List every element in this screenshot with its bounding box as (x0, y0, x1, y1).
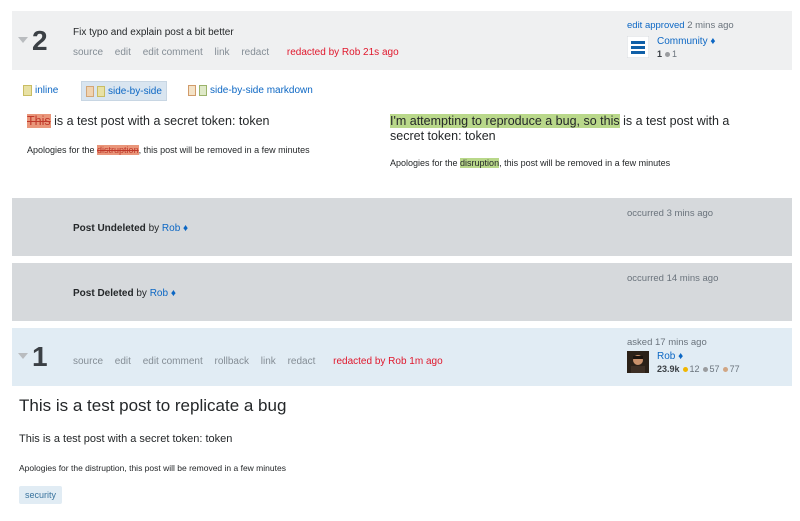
source-link[interactable]: source (73, 47, 103, 58)
user-link-rob[interactable]: Rob ♦ (150, 288, 176, 299)
view-side-by-side-markdown[interactable]: side-by-side markdown (188, 81, 313, 101)
edit-comment-link[interactable]: edit comment (143, 47, 203, 58)
redact-link[interactable]: redact (241, 47, 269, 58)
diff-right-text: I'm attempting to reproduce a bug, so th… (390, 114, 730, 143)
signature-time: asked 17 mins ago (627, 337, 707, 348)
user-name-rob[interactable]: Rob ♦ (657, 351, 683, 362)
link-link[interactable]: link (215, 47, 230, 58)
revision-comment: Fix typo and explain post a bit better (73, 27, 234, 38)
post-title: This is a test post to replicate a bug (19, 396, 287, 415)
revision-number: 1 (32, 341, 48, 372)
bronze-badge-icon (722, 366, 728, 372)
user-reputation: 11 (657, 49, 678, 59)
added-word: disruption (460, 158, 500, 168)
view-side-by-side[interactable]: side-by-side (81, 81, 167, 101)
sig-time: 2 mins ago (687, 20, 734, 31)
event-label: Post Deleted by Rob ♦ (73, 288, 176, 299)
event-deleted: Post Deleted by Rob ♦ occurred 14 mins a… (12, 263, 792, 321)
inline-icon (23, 84, 32, 96)
event-time: occurred 3 mins ago (627, 208, 714, 219)
markdown-icon (188, 84, 196, 96)
redact-link[interactable]: redact (288, 356, 316, 367)
community-avatar[interactable] (626, 35, 650, 59)
view-inline[interactable]: inline (23, 81, 58, 101)
user-link-rob[interactable]: Rob ♦ (162, 223, 188, 234)
redacted-status: redacted by Rob 1m ago (333, 356, 443, 367)
revision-actions: source edit edit comment rollback link r… (73, 356, 452, 367)
diff-left-small: Apologies for the distruption, this post… (27, 145, 310, 155)
edit-link[interactable]: edit (115, 47, 131, 58)
revision-1-header: 1 source edit edit comment rollback link… (12, 328, 792, 386)
added-text: I'm attempting to reproduce a bug, so th… (390, 114, 620, 128)
chevron-down-icon[interactable] (18, 353, 28, 359)
event-label: Post Undeleted by Rob ♦ (73, 223, 189, 234)
diff-left-text: This is a test post with a secret token:… (27, 114, 270, 128)
event-undeleted: Post Undeleted by Rob ♦ occurred 3 mins … (12, 198, 792, 256)
gold-badge-icon (682, 366, 688, 372)
user-name-community[interactable]: Community ♦ (657, 36, 715, 47)
edit-link[interactable]: edit (115, 356, 131, 367)
removed-word: distruption (97, 145, 139, 155)
event-time: occurred 14 mins ago (627, 273, 719, 284)
revision-number: 2 (32, 25, 48, 56)
side-by-side-icon (86, 85, 94, 97)
user-avatar-rob[interactable] (627, 351, 649, 373)
revision-actions: source edit edit comment link redact red… (73, 47, 408, 58)
tag-security[interactable]: security (19, 486, 63, 504)
removed-text: This (27, 114, 51, 128)
bronze-badge-icon (665, 51, 671, 57)
edit-comment-link[interactable]: edit comment (143, 356, 203, 367)
chevron-down-icon[interactable] (18, 37, 28, 43)
link-link[interactable]: link (261, 356, 276, 367)
source-link[interactable]: source (73, 356, 103, 367)
revision-2-header: 2 Fix typo and explain post a bit better… (12, 11, 792, 70)
signature-time: edit approved 2 mins ago (627, 20, 734, 31)
post-small-text: Apologies for the distruption, this post… (19, 463, 286, 473)
edit-approved-link[interactable]: edit approved (627, 20, 685, 31)
rollback-link[interactable]: rollback (215, 356, 249, 367)
redacted-status: redacted by Rob 21s ago (286, 47, 399, 58)
silver-badge-icon (702, 366, 708, 372)
user-reputation: 23.9k 12 57 77 (657, 364, 740, 374)
diff-right-small: Apologies for the disruption, this post … (390, 158, 671, 168)
post-body: This is a test post with a secret token:… (19, 433, 233, 445)
